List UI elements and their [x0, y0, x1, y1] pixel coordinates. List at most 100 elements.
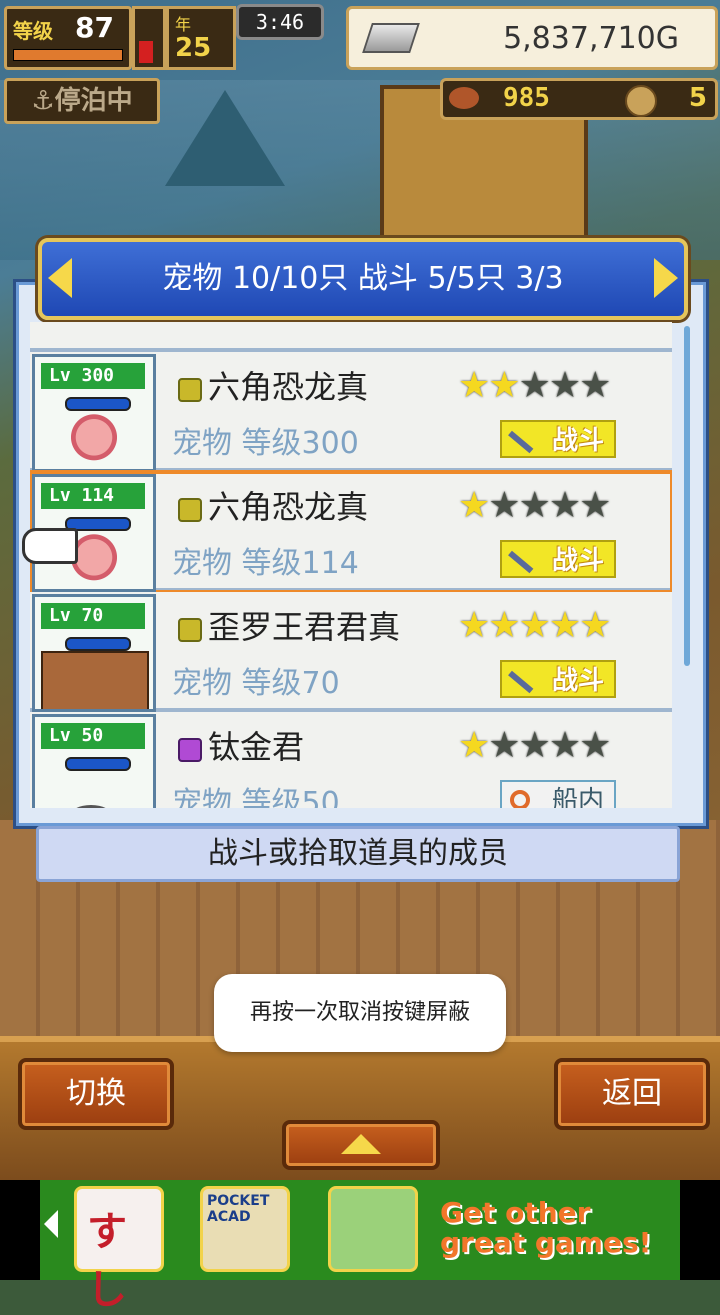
battle-badge-label: 战斗: [551, 426, 604, 456]
star-icon: ★: [488, 725, 520, 766]
ad-back-icon[interactable]: [44, 1210, 58, 1238]
medal-value: 5: [688, 83, 707, 113]
up-arrow-icon: [341, 1134, 381, 1154]
rank-gold-icon: [178, 498, 202, 522]
star-icon: ★: [548, 485, 581, 526]
money-panel: 5,837,710G: [346, 6, 718, 70]
energy-gauge: [132, 6, 166, 70]
ad-get-other-games[interactable]: Get other great games!: [440, 1198, 651, 1258]
pet-subtitle: 宠物 等级300: [172, 426, 359, 461]
anchor-status-label: 停泊中: [54, 86, 133, 116]
star-icon: ★: [488, 365, 520, 406]
pet-subtitle: 宠物 等级70: [172, 666, 340, 701]
back-button[interactable]: 返回: [554, 1058, 710, 1130]
money-value: 5,837,710G: [503, 21, 679, 56]
pet-level-tag: Lv 300: [41, 363, 145, 389]
star-icon: ★: [579, 605, 611, 646]
energy-fill: [139, 41, 153, 63]
star-icon: ★: [488, 605, 520, 646]
anchor-icon: ⚓: [31, 86, 55, 116]
star-rating: ★★★★★: [458, 605, 611, 646]
pet-hp-bar: [65, 637, 131, 651]
star-icon: ★: [518, 485, 551, 526]
star-icon: ★: [458, 605, 490, 646]
anchor-status[interactable]: ⚓停泊中: [4, 78, 160, 124]
star-icon: ★: [579, 485, 611, 526]
star-icon: ★: [458, 365, 490, 406]
star-icon: ★: [488, 485, 520, 526]
star-icon: ★: [548, 725, 581, 766]
star-icon: ★: [458, 485, 490, 526]
star-icon: ★: [518, 365, 551, 406]
pet-row[interactable]: Lv 50 钛金君 ★★★★★ 宠物 等级50 船内: [30, 712, 672, 808]
ad-cta-line2: great games!: [440, 1226, 652, 1259]
game-clock: 3:46: [236, 4, 324, 40]
battle-badge[interactable]: 战斗: [500, 540, 616, 578]
list-scrollbar[interactable]: [684, 326, 690, 666]
star-icon: ★: [579, 365, 611, 406]
silver-ingot-icon: [362, 23, 420, 53]
pet-list[interactable]: Lv 300 六角恐龙真 ★★★★★ 宠物 等级300 战斗 Lv 114 六角…: [30, 322, 672, 808]
ad-game-tile-castle[interactable]: [328, 1186, 418, 1272]
pet-portrait: Lv 300: [32, 354, 156, 472]
cat-sprite: [69, 805, 113, 808]
switch-button[interactable]: 切换: [18, 1058, 174, 1130]
level-xp-bar: [13, 49, 123, 61]
pet-row-partial[interactable]: [30, 322, 672, 352]
ad-cta-line1: Get other: [440, 1196, 591, 1229]
star-rating: ★★★★★: [458, 365, 611, 406]
pet-level-tag: Lv 114: [41, 483, 145, 509]
star-icon: ★: [518, 605, 551, 646]
battle-badge-label: 战斗: [551, 546, 604, 576]
year-panel: 年 25: [166, 6, 236, 70]
pet-row[interactable]: Lv 70 歪罗王君君真 ★★★★★ 宠物 等级70 战斗: [30, 592, 672, 712]
expand-menu-button[interactable]: [282, 1120, 440, 1170]
pet-portrait: Lv 50: [32, 714, 156, 808]
rank-gold-icon: [178, 618, 202, 642]
ad-tile2-text: POCKET ACAD: [207, 1193, 270, 1225]
pet-name: 歪罗王君君真: [208, 608, 401, 646]
ad-game-tile-sushi[interactable]: すし: [74, 1186, 164, 1313]
pet-subtitle: 宠物 等级114: [172, 546, 359, 581]
pet-name: 六角恐龙真: [208, 368, 369, 406]
pet-row[interactable]: Lv 300 六角恐龙真 ★★★★★ 宠物 等级300 战斗: [30, 352, 672, 472]
medal-icon: [625, 85, 657, 117]
star-icon: ★: [579, 725, 611, 766]
star-rating: ★★★★★: [458, 725, 611, 766]
panel-description: 战斗或拾取道具的成员: [36, 826, 680, 882]
star-icon: ★: [548, 605, 581, 646]
battle-badge[interactable]: 战斗: [500, 420, 616, 458]
sword-icon: [508, 430, 534, 454]
pet-hp-bar: [65, 757, 131, 771]
ad-tile1-text: すし: [87, 1209, 127, 1313]
pet-level-tag: Lv 70: [41, 603, 145, 629]
prev-page-arrow-icon[interactable]: [48, 258, 72, 298]
sword-icon: [508, 550, 534, 574]
axolotl-sprite: [57, 413, 131, 467]
ad-banner[interactable]: すし POCKET ACAD Get other great games!: [0, 1180, 720, 1313]
face-block-sprite: [41, 651, 149, 709]
ad-game-tile-academy[interactable]: POCKET ACAD: [200, 1186, 290, 1272]
star-icon: ★: [518, 725, 551, 766]
star-icon: ★: [548, 365, 581, 406]
rank-gold-icon: [178, 378, 202, 402]
pet-hp-bar: [65, 397, 131, 411]
level-label: 等级: [13, 19, 53, 43]
next-page-arrow-icon[interactable]: [654, 258, 678, 298]
pet-row-selected[interactable]: Lv 114 六角恐龙真 ★★★★★ 宠物 等级114 战斗: [30, 470, 672, 594]
battle-badge[interactable]: 战斗: [500, 660, 616, 698]
sword-icon: [508, 670, 534, 694]
pointing-hand-icon: [22, 528, 78, 564]
onboard-badge-label: 船内: [551, 786, 604, 808]
battle-badge-label: 战斗: [551, 666, 604, 696]
year-value: 25: [175, 33, 212, 63]
onboard-badge[interactable]: 船内: [500, 780, 616, 808]
level-value: 87: [75, 11, 114, 44]
toast-message: 再按一次取消按键屏蔽: [214, 974, 506, 1052]
pet-name: 六角恐龙真: [208, 488, 369, 526]
meat-icon: [449, 87, 479, 109]
pet-level-tag: Lv 50: [41, 723, 145, 749]
year-label: 年: [175, 15, 192, 34]
resource-panel: 985 5: [440, 78, 718, 120]
pet-subtitle: 宠物 等级50: [172, 786, 340, 808]
